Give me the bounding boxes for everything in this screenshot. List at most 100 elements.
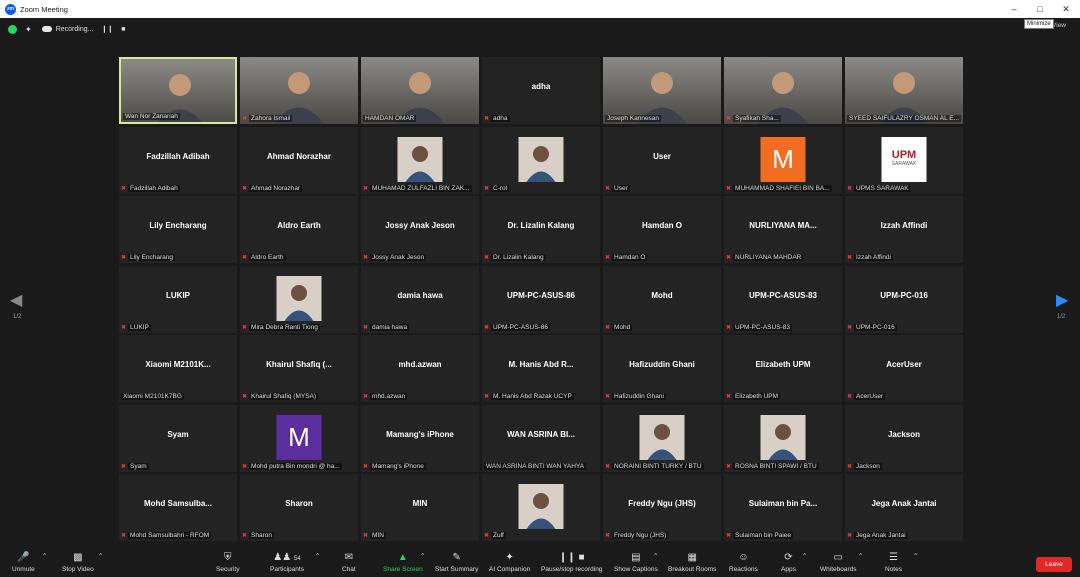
participant-name-label: SYEED SAIFULAZRY OSMAN AL E... bbox=[847, 115, 961, 122]
apps-options-caret-icon[interactable]: ⌃ bbox=[802, 552, 807, 560]
stop-recording-icon[interactable]: ■ bbox=[121, 26, 125, 33]
participant-tile[interactable]: ✖ ROSNA BINTI SPAWI / BTU bbox=[724, 404, 842, 472]
audio-options-caret-icon[interactable]: ⌃ bbox=[42, 552, 47, 560]
video-options-caret-icon[interactable]: ⌃ bbox=[98, 552, 103, 560]
reactions-button[interactable]: ☺ Reactions bbox=[729, 552, 758, 573]
participant-tile[interactable]: NURLIYANA MA... ✖ NURLIYANA MAHDAR bbox=[724, 196, 842, 263]
participant-tile[interactable]: Freddy Ngu (JHS) ✖ Freddy Ngu (JHS) bbox=[603, 474, 721, 541]
participant-tile[interactable]: UPM-PC-ASUS-86 ✖ UPM-PC-ASUS-86 bbox=[482, 265, 600, 333]
participant-tile[interactable]: Mohd ✖ Mohd bbox=[603, 265, 721, 333]
chat-button[interactable]: ✉ Chat bbox=[342, 552, 356, 573]
participant-name: Sharon bbox=[249, 532, 274, 539]
participant-tile[interactable]: mhd.azwan ✖ mhd.azwan bbox=[361, 335, 479, 402]
notes-options-caret-icon[interactable]: ⌃ bbox=[913, 552, 918, 560]
muted-mic-icon: ✖ bbox=[726, 116, 732, 122]
next-page-icon[interactable]: ▶ bbox=[1056, 290, 1068, 310]
whiteboards-button[interactable]: ▭ Whiteboards bbox=[820, 552, 857, 573]
unmute-button[interactable]: 🎤 Unmute bbox=[12, 552, 35, 573]
muted-mic-icon: ✖ bbox=[847, 255, 853, 261]
participant-tile[interactable]: Jackson ✖ Jackson bbox=[845, 404, 963, 472]
participant-tile[interactable]: Izzah Affindi ✖ Izzah Affindi bbox=[845, 196, 963, 263]
participant-name: Jega Anak Jantai bbox=[854, 532, 908, 539]
participant-tile[interactable]: ✖ Mira Debra Ranti Tiong bbox=[240, 265, 358, 333]
participant-tile[interactable]: Wan Nor Zanariah bbox=[119, 57, 237, 124]
participant-video bbox=[361, 57, 479, 124]
participant-tile[interactable]: HAMDAN OMAR bbox=[361, 57, 479, 124]
stop-video-button[interactable]: ▩ Stop Video bbox=[62, 552, 94, 573]
participant-tile[interactable]: ✖ Zulf bbox=[482, 474, 600, 541]
participant-tile[interactable]: Joseph Kannesan bbox=[603, 57, 721, 124]
participant-name-label: Joseph Kannesan bbox=[605, 115, 662, 122]
participant-tile[interactable]: Jega Anak Jantai ✖ Jega Anak Jantai bbox=[845, 474, 963, 541]
leave-button[interactable]: Leave bbox=[1036, 557, 1072, 572]
share-screen-button[interactable]: ▲ Share Screen bbox=[383, 552, 423, 573]
participant-tile[interactable]: damia hawa ✖ damia hawa bbox=[361, 265, 479, 333]
show-captions-button[interactable]: ▤ Show Captions bbox=[614, 552, 658, 573]
participant-tile[interactable]: Ahmad Norazhar ✖ Ahmad Norazhar bbox=[240, 126, 358, 194]
participant-tile[interactable]: adha ✖ adha bbox=[482, 57, 600, 124]
maximize-icon[interactable]: □ bbox=[1028, 0, 1052, 18]
participant-tile[interactable]: AcerUser ✖ AcerUser bbox=[845, 335, 963, 402]
participant-tile[interactable]: Elizabeth UPM ✖ Elizabeth UPM bbox=[724, 335, 842, 402]
minimize-icon[interactable]: – bbox=[1002, 0, 1026, 18]
participant-tile[interactable]: Sharon ✖ Sharon bbox=[240, 474, 358, 541]
muted-mic-icon: ✖ bbox=[726, 463, 732, 470]
participant-tile[interactable]: Aldro Earth ✖ Aldro Earth bbox=[240, 196, 358, 263]
participant-tile[interactable]: Xiaomi M2101K... Xiaomi M2101K7BG bbox=[119, 335, 237, 402]
participant-tile[interactable]: ✖ Syafikah Sha... bbox=[724, 57, 842, 124]
security-shield-icon[interactable] bbox=[8, 24, 17, 34]
participant-avatar bbox=[397, 136, 443, 182]
ai-sparkle-icon[interactable]: ✦ bbox=[25, 25, 32, 34]
participant-tile[interactable]: ✖ C-rol bbox=[482, 126, 600, 194]
notes-button[interactable]: ☰ Notes bbox=[885, 552, 902, 573]
previous-page-icon[interactable]: ◀ bbox=[10, 290, 22, 310]
captions-options-caret-icon[interactable]: ⌃ bbox=[653, 552, 658, 560]
participant-name: HAMDAN OMAR bbox=[363, 115, 417, 122]
participant-tile[interactable]: Mohd Samsulba... ✖ Mohd Samsulbahri - RFOM bbox=[119, 474, 237, 541]
breakout-rooms-button[interactable]: ▦ Breakout Rooms bbox=[668, 552, 716, 573]
pause-stop-recording-button[interactable]: ❙❙ ■ Pause/stop recording bbox=[541, 552, 602, 573]
participant-tile[interactable]: Sulaiman bin Pa... ✖ Sulaiman bin Paiee bbox=[724, 474, 842, 541]
participant-name-label: ✖ Mohd Samsulbahri - RFOM bbox=[121, 532, 212, 539]
participant-tile[interactable]: Khairul Shafiq (... ✖ Khairul Shafiq (MYSA… bbox=[240, 335, 358, 402]
participants-button[interactable]: ♟♟ 54 Participants bbox=[270, 552, 304, 573]
muted-mic-icon: ✖ bbox=[726, 394, 732, 400]
participant-tile[interactable]: LUKIP ✖ LUKIP bbox=[119, 265, 237, 333]
participant-tile[interactable]: User ✖ User bbox=[603, 126, 721, 194]
participant-tile[interactable]: Fadzillah Adibah ✖ Fadzillah Adibah bbox=[119, 126, 237, 194]
participant-tile[interactable]: WAN ASRINA BI... WAN ASRINA BINTI WAN YAH… bbox=[482, 404, 600, 472]
participant-tile[interactable]: Hamdan O ✖ Hamdan O bbox=[603, 196, 721, 263]
participant-tile[interactable]: Syam ✖ Syam bbox=[119, 404, 237, 472]
muted-mic-icon: ✖ bbox=[363, 324, 369, 331]
participant-tile[interactable]: Dr. Lizalin Kalang ✖ Dr. Lizalin Kalang bbox=[482, 196, 600, 263]
participant-tile[interactable]: ✖ Zahora Ismail bbox=[240, 57, 358, 124]
participant-tile[interactable]: Hafizuddin Ghani ✖ Hafizuddin Ghani bbox=[603, 335, 721, 402]
share-options-caret-icon[interactable]: ⌃ bbox=[420, 552, 425, 560]
participant-tile[interactable]: Mamang's iPhone ✖ Mamang's iPhone bbox=[361, 404, 479, 472]
participant-tile[interactable]: M ✖ MUHAMMAD SHAFIEI BIN BA... bbox=[724, 126, 842, 194]
ai-companion-button[interactable]: ✦ AI Companion bbox=[489, 552, 530, 573]
whiteboards-options-caret-icon[interactable]: ⌃ bbox=[858, 552, 863, 560]
participant-tile[interactable]: UPM SARAWAK ✖ UPMS SARAWAK bbox=[845, 126, 963, 194]
participant-name: C-rol bbox=[491, 184, 510, 192]
apps-button[interactable]: ⟳ Apps bbox=[781, 552, 796, 573]
participant-tile[interactable]: ✖ MUHAMAD ZULFAZLI BIN ZAK... bbox=[361, 126, 479, 194]
participant-name-label: ✖ Hafizuddin Ghani bbox=[605, 393, 666, 400]
participant-tile[interactable]: M. Hanis Abd R... ✖ M. Hanis Abd Razak UCY… bbox=[482, 335, 600, 402]
pause-recording-icon[interactable]: ❙❙ bbox=[101, 25, 113, 33]
participants-options-caret-icon[interactable]: ⌃ bbox=[315, 552, 320, 560]
participant-tile[interactable]: MIN ✖ MIN bbox=[361, 474, 479, 541]
whiteboard-icon: ▭ bbox=[833, 552, 843, 563]
participant-tile[interactable]: ✖ NORAINI BINTI TURKY / BTU bbox=[603, 404, 721, 472]
participant-tile[interactable]: Jossy Anak Jeson ✖ Jossy Anak Jeson bbox=[361, 196, 479, 263]
start-summary-button[interactable]: ✎ Start Summary bbox=[435, 552, 478, 573]
security-button[interactable]: ⛨ Security bbox=[216, 552, 239, 573]
participant-tile[interactable]: SYEED SAIFULAZRY OSMAN AL E... bbox=[845, 57, 963, 124]
participant-tile[interactable]: UPM-PC-016 ✖ UPM-PC-016 bbox=[845, 265, 963, 333]
close-icon[interactable]: ✕ bbox=[1054, 0, 1078, 18]
participant-tile[interactable]: M ✖ Mohd putra Bin mondri @ ha... bbox=[240, 404, 358, 472]
participant-tile[interactable]: Lily Encharang ✖ Lily Encharang bbox=[119, 196, 237, 263]
participant-name-label: ✖ M. Hanis Abd Razak UCYP bbox=[484, 393, 574, 400]
participant-name: Dr. Lizalin Kalang bbox=[491, 254, 546, 261]
participant-tile[interactable]: UPM-PC-ASUS-83 ✖ UPM-PC-ASUS-83 bbox=[724, 265, 842, 333]
